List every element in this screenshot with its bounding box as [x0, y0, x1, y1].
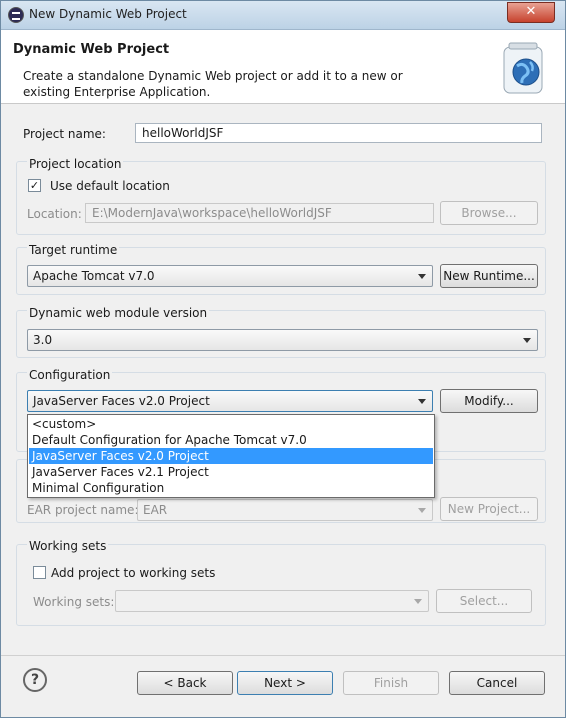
window-title: New Dynamic Web Project	[29, 7, 187, 21]
project-name-input[interactable]: helloWorldJSF	[135, 123, 542, 143]
cancel-button[interactable]: Cancel	[449, 671, 545, 695]
working-sets-group	[16, 544, 546, 626]
location-input[interactable]: E:\ModernJava\workspace\helloWorldJSF	[85, 203, 434, 223]
configuration-group-label: Configuration	[27, 368, 113, 382]
project-name-label: Project name:	[23, 127, 106, 141]
dropdown-option-selected[interactable]: JavaServer Faces v2.0 Project	[29, 448, 433, 464]
next-button[interactable]: Next >	[237, 671, 333, 695]
dialog-window: New Dynamic Web Project ✕ Dynamic Web Pr…	[0, 0, 566, 718]
ear-project-name-select[interactable]: EAR	[137, 499, 433, 521]
working-sets-label: Working sets:	[33, 595, 115, 609]
chevron-down-icon	[523, 338, 531, 343]
title-bar[interactable]: New Dynamic Web Project ✕	[1, 1, 565, 30]
module-version-value: 3.0	[33, 333, 53, 347]
dropdown-option[interactable]: Minimal Configuration	[29, 480, 433, 496]
configuration-dropdown-list: <custom> Default Configuration for Apach…	[27, 414, 435, 498]
module-version-select[interactable]: 3.0	[27, 329, 538, 351]
eclipse-icon	[8, 7, 24, 23]
configuration-select[interactable]: JavaServer Faces v2.0 Project	[27, 390, 433, 412]
add-to-working-sets-checkbox[interactable]	[33, 566, 46, 579]
chevron-down-icon	[418, 399, 426, 404]
target-runtime-value: Apache Tomcat v7.0	[33, 269, 155, 283]
target-runtime-select[interactable]: Apache Tomcat v7.0	[27, 265, 433, 287]
new-runtime-button[interactable]: New Runtime...	[440, 264, 538, 288]
help-icon[interactable]: ?	[23, 668, 47, 692]
close-button[interactable]: ✕	[507, 2, 555, 23]
web-project-globe-icon	[503, 42, 543, 94]
footer-separator	[1, 655, 565, 656]
wizard-header: Dynamic Web Project Create a standalone …	[1, 30, 565, 104]
browse-button[interactable]: Browse...	[440, 201, 538, 225]
back-button[interactable]: < Back	[137, 671, 233, 695]
modify-button[interactable]: Modify...	[440, 389, 538, 413]
add-to-working-sets-label[interactable]: Add project to working sets	[51, 566, 215, 580]
configuration-value: JavaServer Faces v2.0 Project	[33, 394, 210, 408]
ear-project-name-value: EAR	[143, 503, 168, 517]
chevron-down-icon	[418, 508, 426, 513]
page-description: Create a standalone Dynamic Web project …	[23, 69, 403, 99]
page-title: Dynamic Web Project	[13, 42, 170, 57]
dropdown-option[interactable]: <custom>	[29, 416, 433, 432]
chevron-down-icon	[414, 599, 422, 604]
use-default-location-checkbox[interactable]: ✓	[28, 179, 41, 192]
project-location-group-label: Project location	[27, 157, 124, 171]
working-sets-group-label: Working sets	[27, 539, 109, 553]
select-button[interactable]: Select...	[436, 589, 532, 613]
location-label: Location:	[27, 207, 82, 221]
dropdown-option[interactable]: Default Configuration for Apache Tomcat …	[29, 432, 433, 448]
dropdown-option[interactable]: JavaServer Faces v2.1 Project	[29, 464, 433, 480]
target-runtime-group-label: Target runtime	[27, 243, 120, 257]
new-project-button[interactable]: New Project...	[440, 497, 538, 521]
finish-button[interactable]: Finish	[343, 671, 439, 695]
ear-project-name-label: EAR project name:	[27, 503, 139, 517]
use-default-location-label[interactable]: Use default location	[50, 179, 170, 193]
module-version-group-label: Dynamic web module version	[27, 306, 210, 320]
working-sets-select[interactable]	[115, 590, 429, 612]
chevron-down-icon	[418, 274, 426, 279]
